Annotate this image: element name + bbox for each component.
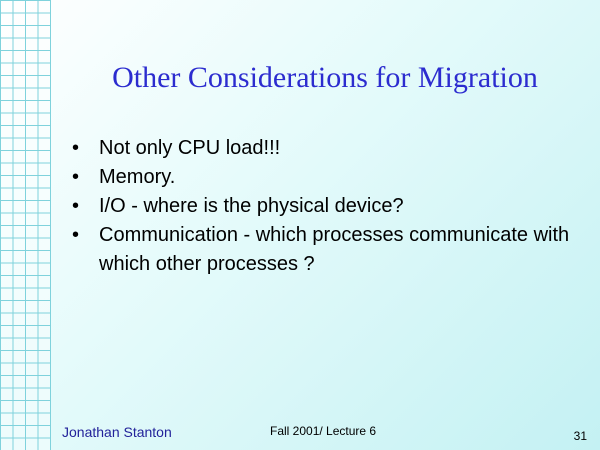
bullet-text: Communication - which processes communic… <box>99 224 570 275</box>
footer-page-number: 31 <box>573 429 587 443</box>
bullet-item-cpu-load: • Not only CPU load!!! <box>72 134 582 163</box>
bullet-text: I/O - where is the physical device? <box>99 195 404 217</box>
decorative-grid-strip <box>0 0 51 450</box>
bullet-text: Memory. <box>99 166 176 188</box>
bullet-item-io: • I/O - where is the physical device? <box>72 192 582 221</box>
bullet-dot-icon: • <box>72 166 80 188</box>
bullet-text: Not only CPU load!!! <box>99 137 281 159</box>
footer-course: Fall 2001/ Lecture 6 <box>270 424 377 438</box>
bullet-dot-icon: • <box>72 137 80 159</box>
bullet-dot-icon: • <box>72 224 80 246</box>
footer-author: Jonathan Stanton <box>62 424 172 440</box>
slide: Other Considerations for Migration • Not… <box>0 0 600 450</box>
bullet-list: • Not only CPU load!!! • Memory. • I/O -… <box>72 134 582 279</box>
bullet-dot-icon: • <box>72 195 80 217</box>
bullet-item-communication: • Communication - which processes commun… <box>72 221 582 279</box>
bullet-item-memory: • Memory. <box>72 163 582 192</box>
slide-title: Other Considerations for Migration <box>112 61 538 94</box>
